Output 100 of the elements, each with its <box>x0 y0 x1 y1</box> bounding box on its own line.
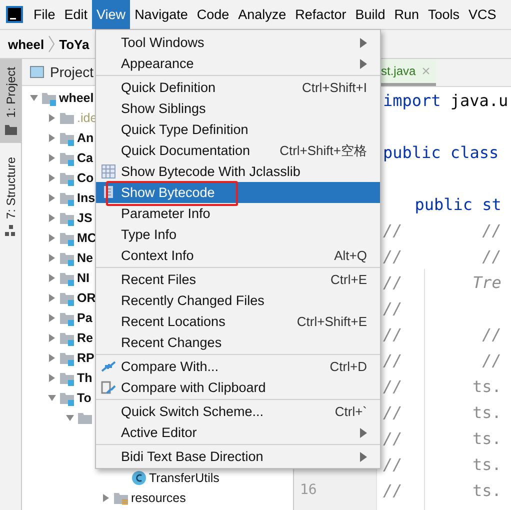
editor-tab[interactable]: st.java <box>378 59 436 86</box>
tree-item-label[interactable]: OR <box>77 291 96 305</box>
tree-item-label[interactable]: Ne <box>77 251 93 265</box>
menu-item[interactable]: Recent Changes <box>96 332 380 353</box>
menu-title[interactable]: Analyze <box>234 0 291 29</box>
code-token: // <box>482 324 502 344</box>
tree-item-label[interactable]: resources <box>131 491 186 505</box>
code-token: ts. <box>472 428 502 448</box>
tree-item-label[interactable]: To <box>77 391 92 405</box>
menu-item[interactable]: Quick Type Definition <box>96 119 380 140</box>
tree-item-label[interactable]: RP <box>77 351 94 365</box>
tree-item-label[interactable]: MC <box>77 231 96 245</box>
grid-icon <box>101 164 116 179</box>
breadcrumb-item[interactable]: ToYa <box>59 36 90 52</box>
module-folder-icon <box>59 150 75 166</box>
comment-marker: // <box>383 220 404 240</box>
menu-title[interactable]: View <box>92 0 130 29</box>
tree-item-label[interactable]: An <box>77 131 94 145</box>
shortcut-label: Ctrl+Shift+I <box>302 80 367 95</box>
menu-item[interactable]: Tool Windows <box>96 32 380 53</box>
tree-item-label[interactable]: Th <box>77 371 92 385</box>
code-token: java.u <box>450 90 508 110</box>
module-folder-icon <box>59 250 75 266</box>
shortcut-label: Ctrl+E <box>330 272 367 287</box>
code-token: // <box>482 246 502 266</box>
class-icon <box>131 470 147 486</box>
menu-title[interactable]: File <box>29 0 60 29</box>
menu-item[interactable]: Appearance <box>96 53 380 74</box>
module-folder-icon <box>59 190 75 206</box>
code-token: ts. <box>472 402 502 422</box>
module-folder-icon <box>59 370 75 386</box>
code-token: // <box>482 350 502 370</box>
tree-item-label[interactable]: JS <box>77 211 92 225</box>
shortcut-label: Ctrl+Shift+空格 <box>280 142 367 160</box>
collapse-arrow-icon[interactable] <box>100 493 110 503</box>
chevron-icon <box>48 34 56 54</box>
menu-item[interactable]: Active Editor <box>96 422 380 443</box>
shortcut-label: Ctrl+` <box>334 404 367 419</box>
menu-item[interactable]: Quick Switch Scheme... Ctrl+` <box>96 401 380 422</box>
menu-title[interactable]: Run <box>390 0 424 29</box>
menu-item[interactable]: Compare With... Ctrl+D <box>96 356 380 377</box>
menu-item[interactable]: Parameter Info <box>96 203 380 224</box>
code-token: public class <box>383 142 499 162</box>
code-token: import <box>383 90 441 110</box>
tree-item-label[interactable]: Ins <box>77 191 96 205</box>
menu-title[interactable]: Refactor <box>290 0 351 29</box>
tree-item-label[interactable]: Ca <box>77 151 93 165</box>
line-number: 16 <box>300 482 317 498</box>
window-icon <box>30 66 44 78</box>
menu-title[interactable]: Navigate <box>130 0 192 29</box>
tree-item-label[interactable]: Pa <box>77 311 92 325</box>
folder-icon <box>59 110 75 126</box>
menu-title[interactable]: Build <box>350 0 390 29</box>
tree-item-label[interactable]: Re <box>77 331 93 345</box>
tree-item-label[interactable]: Co <box>77 171 94 185</box>
menu-item[interactable]: Show Bytecode <box>96 182 380 203</box>
code-token: ts. <box>472 376 502 396</box>
menu-item[interactable]: Quick Definition Ctrl+Shift+I <box>96 77 380 98</box>
menu-item[interactable]: Recent Files Ctrl+E <box>96 269 380 290</box>
module-folder-icon <box>59 130 75 146</box>
clipboard-compare-icon <box>101 380 116 395</box>
menu-item[interactable]: Compare with Clipboard <box>96 377 380 398</box>
module-folder-icon <box>59 170 75 186</box>
menu-title[interactable]: Edit <box>60 0 92 29</box>
code-token: ts. <box>472 480 502 500</box>
menu-title[interactable]: Tools <box>424 0 464 29</box>
module-folder-icon <box>59 330 75 346</box>
module-folder-icon <box>59 390 75 406</box>
menu-item[interactable]: Recent Locations Ctrl+Shift+E <box>96 311 380 332</box>
tree-item-label[interactable]: TransferUtils <box>149 471 220 485</box>
menu-item[interactable]: Context Info Alt+Q <box>96 245 380 266</box>
tree-item-label[interactable]: NI <box>77 271 90 285</box>
resources-folder-icon <box>113 490 129 506</box>
tool-window-tab[interactable]: 1: Project <box>0 59 21 143</box>
menu-title[interactable]: VCS <box>464 0 501 29</box>
menu-item[interactable]: Show Siblings <box>96 98 380 119</box>
code-token: ts. <box>472 454 502 474</box>
expand-arrow-icon[interactable] <box>28 93 38 103</box>
menu-title[interactable]: Code <box>192 0 234 29</box>
panel-title: Project <box>50 64 94 80</box>
menu-item[interactable]: Type Info <box>96 224 380 245</box>
module-folder-icon <box>59 350 75 366</box>
breadcrumb-item[interactable]: wheel <box>8 36 44 52</box>
tool-window-tab[interactable]: 7: Structure <box>0 148 21 245</box>
menu-item[interactable]: Show Bytecode With Jclasslib <box>96 161 380 182</box>
module-folder-icon <box>59 270 75 286</box>
compare-arrows-icon <box>101 359 116 374</box>
close-icon[interactable] <box>422 67 430 75</box>
menu-item[interactable]: Recently Changed Files <box>96 290 380 311</box>
folder-icon <box>4 124 16 135</box>
tree-item-label[interactable]: wheel <box>59 91 94 105</box>
code-token: public st <box>414 194 502 214</box>
comment-marker: // <box>383 350 404 370</box>
menu-item[interactable]: Bidi Text Base Direction <box>96 446 380 467</box>
menu-item[interactable]: Quick Documentation Ctrl+Shift+空格 <box>96 140 380 161</box>
comment-marker: // <box>383 298 404 318</box>
comment-marker: // <box>383 480 404 500</box>
comment-marker: // <box>383 402 404 422</box>
comment-marker: // <box>383 376 404 396</box>
comment-marker: // <box>383 324 404 344</box>
